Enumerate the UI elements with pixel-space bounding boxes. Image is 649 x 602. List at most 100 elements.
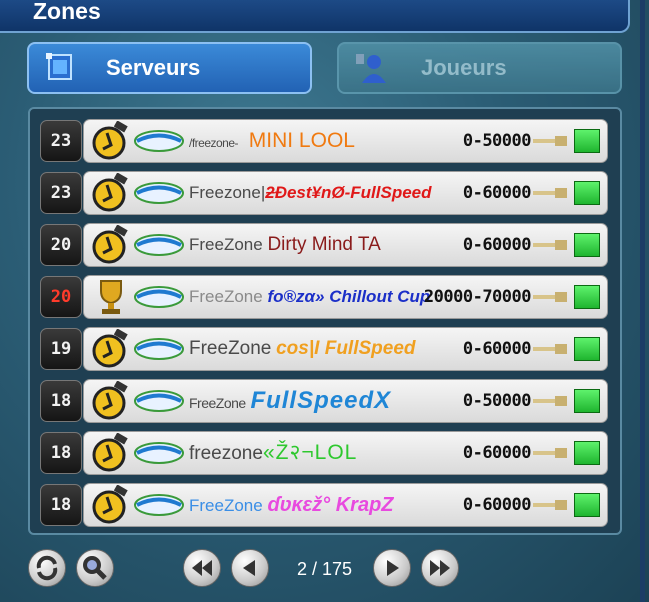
- ladder-points: 0-50000: [462, 131, 532, 151]
- server-row[interactable]: 23 Freezone|ƻĐest¥nØ-FullSpeed 0-60000: [40, 171, 608, 215]
- stopwatch-icon: [92, 381, 128, 420]
- window-border: [640, 0, 645, 602]
- envelope-icon: [134, 338, 184, 360]
- key-icon: [533, 292, 567, 302]
- zones-title-bar: Zones: [0, 0, 630, 33]
- server-rank: 20: [40, 276, 82, 318]
- server-name-main: ɗʋĸɛž° KrapZ: [267, 494, 394, 516]
- key-icon: [533, 396, 567, 406]
- online-status-indicator: [574, 285, 600, 309]
- last-page-button[interactable]: [421, 549, 459, 587]
- search-icon: [83, 556, 107, 580]
- server-card[interactable]: FreeZone FullSpeedX 0-50000: [83, 379, 608, 423]
- server-rank: 18: [40, 432, 82, 474]
- envelope-icon: [134, 494, 184, 516]
- server-name: freezone«Ž२¬LOL: [189, 432, 489, 474]
- stopwatch-icon: [92, 329, 128, 368]
- ladder-points: 0-60000: [462, 339, 532, 359]
- online-status-indicator: [574, 441, 600, 465]
- tab-players-label: Joueurs: [421, 55, 507, 80]
- envelope-icon: [134, 390, 184, 412]
- server-name: FreeZone ɗʋĸɛž° KrapZ: [189, 484, 489, 526]
- server-name-prefix: Freezone|: [189, 183, 266, 202]
- refresh-button[interactable]: [28, 549, 66, 587]
- search-button[interactable]: [76, 549, 114, 587]
- envelope-icon: [134, 442, 184, 464]
- tab-servers[interactable]: Serveurs: [27, 42, 312, 94]
- server-name-main: «Ž२¬LOL: [262, 441, 358, 464]
- server-rank: 19: [40, 328, 82, 370]
- server-name-prefix: FreeZone: [189, 287, 263, 306]
- server-row[interactable]: 23 /freezone- MINI LOOL 0-50000: [40, 119, 608, 163]
- ladder-points: 0-60000: [462, 235, 532, 255]
- stopwatch-icon: [92, 173, 128, 212]
- server-card[interactable]: freezone«Ž२¬LOL 0-60000: [83, 431, 608, 475]
- server-rank: 23: [40, 120, 82, 162]
- server-row[interactable]: 18 freezone«Ž२¬LOL 0-60000: [40, 431, 608, 475]
- next-icon: [387, 560, 399, 576]
- server-rank: 18: [40, 484, 82, 526]
- server-row[interactable]: 18 FreeZone FullSpeedX 0-50000: [40, 379, 608, 423]
- window-title: Zones: [33, 0, 101, 24]
- server-icon: [46, 53, 72, 80]
- server-row[interactable]: 20 FreeZone Dirty Mind TA 0-60000: [40, 223, 608, 267]
- previous-page-button[interactable]: [231, 549, 269, 587]
- server-name-prefix: /freezone-: [189, 136, 239, 150]
- first-page-button[interactable]: [183, 549, 221, 587]
- ladder-points: 0-60000: [462, 183, 532, 203]
- online-status-indicator: [574, 129, 600, 153]
- server-name-main: MINI LOOL: [248, 129, 355, 152]
- server-name-prefix: FreeZone: [189, 395, 246, 411]
- online-status-indicator: [574, 493, 600, 517]
- players-icon: [356, 54, 386, 83]
- server-name: Freezone|ƻĐest¥nØ-FullSpeed: [189, 172, 489, 214]
- tab-servers-label: Serveurs: [106, 55, 201, 80]
- server-card[interactable]: FreeZone ɗʋĸɛž° KrapZ 0-60000: [83, 483, 608, 527]
- key-icon: [533, 500, 567, 510]
- stopwatch-icon: [92, 485, 128, 524]
- server-card[interactable]: FreeZone cos|I FullSpeed 0-60000: [83, 327, 608, 371]
- stopwatch-icon: [92, 121, 128, 160]
- key-icon: [533, 136, 567, 146]
- server-row[interactable]: 18 FreeZone ɗʋĸɛž° KrapZ 0-60000: [40, 483, 608, 527]
- key-icon: [533, 188, 567, 198]
- previous-icon: [243, 560, 255, 576]
- envelope-icon: [134, 286, 184, 308]
- ladder-points: 20000-70000: [423, 287, 532, 307]
- envelope-icon: [134, 182, 184, 204]
- server-card[interactable]: Freezone|ƻĐest¥nØ-FullSpeed 0-60000: [83, 171, 608, 215]
- ladder-points: 0-60000: [462, 495, 532, 515]
- server-row[interactable]: 20 FreeZone fo®zα» Chillout Cup 20000-70…: [40, 275, 608, 319]
- server-card[interactable]: /freezone- MINI LOOL 0-50000: [83, 119, 608, 163]
- server-name-main: fo®zα» Chillout Cup: [267, 287, 431, 306]
- trophy-icon: [100, 280, 122, 314]
- server-name: /freezone- MINI LOOL: [189, 120, 489, 162]
- server-row[interactable]: 19 FreeZone cos|I FullSpeed 0-60000: [40, 327, 608, 371]
- stopwatch-icon: [92, 433, 128, 472]
- tab-players[interactable]: Joueurs: [337, 42, 622, 94]
- server-name: FreeZone Dirty Mind TA: [189, 224, 489, 266]
- online-status-indicator: [574, 181, 600, 205]
- next-page-button[interactable]: [373, 549, 411, 587]
- ladder-points: 0-60000: [462, 443, 532, 463]
- server-list: 23 /freezone- MINI LOOL 0-50000 23 Freez…: [28, 107, 622, 535]
- server-name-prefix: FreeZone: [189, 338, 272, 359]
- server-name-prefix: FreeZone: [189, 235, 263, 254]
- server-name-main: cos|I FullSpeed: [276, 338, 416, 359]
- ladder-points: 0-50000: [462, 391, 532, 411]
- server-rank: 23: [40, 172, 82, 214]
- server-card[interactable]: FreeZone fo®zα» Chillout Cup 20000-70000: [83, 275, 608, 319]
- page-indicator: 2 / 175: [297, 559, 353, 579]
- server-name-main: FullSpeedX: [250, 387, 392, 414]
- server-rank: 20: [40, 224, 82, 266]
- key-icon: [533, 240, 567, 250]
- server-name-main: ƻĐest¥nØ-FullSpeed: [265, 183, 432, 202]
- server-card[interactable]: FreeZone Dirty Mind TA 0-60000: [83, 223, 608, 267]
- key-icon: [533, 448, 567, 458]
- key-icon: [533, 344, 567, 354]
- server-name: FreeZone FullSpeedX: [189, 380, 489, 422]
- envelope-icon: [134, 234, 184, 256]
- fast-forward-icon: [430, 560, 450, 576]
- server-rank: 18: [40, 380, 82, 422]
- server-name-main: Dirty Mind TA: [267, 234, 381, 255]
